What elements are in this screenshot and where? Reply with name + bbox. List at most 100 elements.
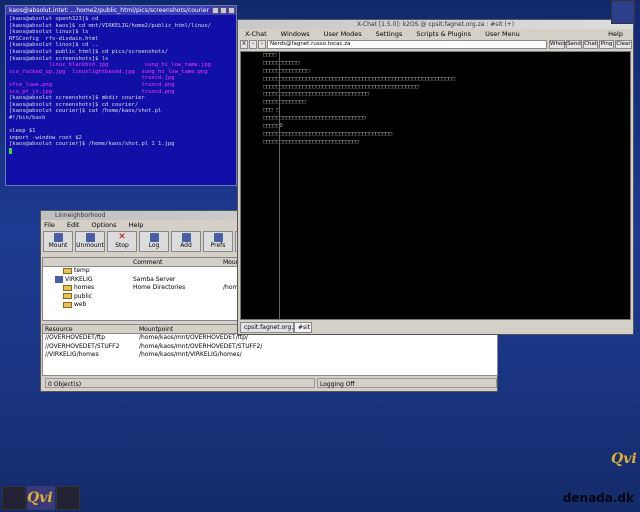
menu-options[interactable]: Options — [91, 220, 116, 230]
desktop-icon-top[interactable] — [611, 0, 635, 24]
mountpoint-column-header[interactable]: Mountpoint — [139, 325, 173, 334]
fm-statusbar: 0 Object(s) Logging Off — [42, 378, 498, 389]
xchat-titlebar[interactable]: X-Chat [1.5.0]: k2OS @ cpsit.fagnet.org.… — [238, 20, 633, 29]
resource-mountpoint: /home/kaos/mnt/VIRKELIG/homes/ — [139, 351, 242, 359]
log-button[interactable]: Log — [139, 231, 169, 252]
terminal-line: [kaos@absolut screenshots]$ mkdir courie… — [9, 95, 145, 102]
log-icon — [149, 233, 159, 242]
menu-user-menu[interactable]: User Menu — [478, 29, 527, 39]
tab-channel[interactable]: #sit — [294, 322, 312, 333]
terminal-line: sco_fucked_up.jpg linuxlightbased.jpg su… — [9, 68, 208, 75]
terminal-line: xfce_lowe.png truncd.png — [9, 81, 175, 88]
comment-column-header[interactable]: Comment — [133, 258, 162, 267]
whois-button[interactable]: Whois — [549, 40, 567, 49]
chat-line: □□□□□□□□□□□ — [263, 59, 300, 66]
terminal-line: [kaos@absolut linux]$ cd .. — [9, 42, 99, 49]
chat-line: □□□□ — [263, 52, 277, 58]
mount-icon — [53, 233, 63, 242]
add-icon — [181, 233, 191, 242]
chat-line: □□□□□□□□□□□□□□□□□□□□□□□□□□□□□□□□□□□□□□□□… — [263, 83, 419, 90]
add-button[interactable]: Add — [171, 231, 201, 252]
xchat-window[interactable]: X-Chat [1.5.0]: k2OS @ cpsit.fagnet.org.… — [237, 19, 634, 335]
terminal-line: [kaos@absolut screenshots]$ cd courier/ — [9, 101, 139, 108]
object-count: 0 Object(s) — [45, 378, 315, 388]
mount-button[interactable]: Mount — [43, 231, 73, 252]
maximize-icon[interactable] — [220, 7, 227, 14]
menu-file[interactable]: File — [44, 220, 55, 230]
chat-text-area[interactable]: □□□□ □□□□□□□□□□□ □□□□□□□□□□□□□□ □□□□□□□□□□□… — [240, 51, 631, 320]
clear-button[interactable]: Clear — [615, 40, 632, 49]
menu-settings[interactable]: Settings — [369, 29, 410, 39]
terminal-line: [kaos@absolut linux]$ ls — [9, 29, 89, 36]
chat-line: □□□□□D — [263, 123, 283, 130]
terminal-output[interactable]: [kaos@absolut openh323]$ cd [kaos@absolut… — [6, 15, 236, 185]
tree-row[interactable]: public — [43, 293, 237, 302]
chat-line: □□□□□□□□□□□□□ — [263, 99, 307, 106]
menu-scripts-plugins[interactable]: Scripts & Plugins — [409, 29, 478, 39]
tree-item-name: VIRKELIG — [65, 275, 93, 283]
prev-arrow-icon[interactable]: ‹ — [249, 40, 257, 49]
tree-item-name: web — [74, 301, 87, 309]
tab-server[interactable]: cpsit.fagnet.org.za — [240, 322, 300, 333]
menu-xchat[interactable]: X-Chat — [238, 29, 274, 39]
penguin-icon[interactable] — [56, 486, 80, 510]
resource-mountpoint: /home/kaos/mnt/OVERHOVEDET/ftp/ — [139, 334, 248, 341]
tree-item-name: homes — [74, 284, 95, 292]
stop-button[interactable]: ✕ Stop — [107, 231, 137, 252]
chat-line: □□□□□□□□□□□□□□□□□□□□□□□□□□□□□□□□ — [263, 91, 369, 98]
terminal-titlebar[interactable]: kaos@absolut.intet: ...home2/public_html… — [6, 6, 236, 15]
computer-icon — [55, 275, 63, 283]
menu-edit[interactable]: Edit — [67, 220, 80, 230]
ping-button[interactable]: Ping — [599, 40, 614, 49]
terminal-cursor — [9, 147, 12, 154]
tree-item-name: public — [74, 292, 93, 300]
resource-name: //VIRKELIG/homes — [45, 351, 99, 359]
send-button[interactable]: Send — [566, 40, 582, 49]
minimize-icon[interactable] — [212, 7, 219, 14]
tree-row[interactable]: homes Home Directories/home — [43, 284, 242, 293]
menu-help[interactable]: Help — [601, 29, 630, 39]
menu-user-modes[interactable]: User Modes — [317, 29, 369, 39]
chat-line: □□□□□□□□□□□□□□□□□□□□□□□□□□□□□□□□□□□□□□□□… — [263, 75, 456, 82]
next-arrow-icon[interactable]: › — [258, 40, 266, 49]
chat-button[interactable]: Chat — [583, 40, 598, 49]
terminal-line: [kaos@absolut courier]$ cat /home/kaos/s… — [9, 108, 162, 115]
fm-title: Linneighborhood — [55, 212, 106, 219]
tree-row[interactable]: temp — [43, 267, 237, 276]
unmount-button[interactable]: Unmount — [75, 231, 105, 252]
terminal-line: [kaos@absolut kaos]$ cd mnt/VIRKELIG/hom… — [9, 22, 211, 29]
unmount-icon — [85, 233, 95, 242]
resource-row[interactable]: //OVERHOVEDET/ftp/home/kaos/mnt/OVERHOVE… — [43, 334, 497, 343]
terminal-title: kaos@absolut.intet: ...home2/public_html… — [9, 7, 209, 14]
terminal-window[interactable]: kaos@absolut.intet: ...home2/public_html… — [5, 5, 237, 186]
tree-item-comment: Home Directories — [133, 284, 186, 292]
nick-separator — [279, 52, 280, 319]
prefs-button[interactable]: Prefs — [203, 231, 233, 252]
menu-windows[interactable]: Windows — [274, 29, 317, 39]
close-icon[interactable] — [228, 7, 235, 14]
penguin-icon[interactable] — [2, 486, 26, 510]
terminal-line: RFSConfig rfs-disdain.html — [9, 35, 99, 42]
topic-input[interactable]: Nerds@fagnet.russo.tocac.za — [267, 40, 547, 49]
network-tree[interactable]: Comment Mount temp VIRKELIG Samba Server ho… — [42, 257, 242, 321]
terminal-line: [kaos@absolut screenshots]$ ls — [9, 55, 109, 62]
resource-name: //OVERHOVEDET/ftp — [45, 334, 106, 341]
qvwm-dock-icon[interactable]: Qvi — [27, 486, 55, 510]
terminal-line: linux_blackbsd.jpg sung_hi_low_tame.jpg — [9, 62, 211, 69]
xchat-topicbar: X ‹ › Nerds@fagnet.russo.tocac.za Whois … — [238, 39, 633, 50]
resource-mountpoint: /home/kaos/mnt/OVERHOVEDET/STUFF2/ — [139, 342, 263, 350]
folder-icon — [63, 293, 72, 300]
tree-header: Comment Mount — [43, 258, 242, 267]
terminal-line: import -window root $2 — [9, 134, 82, 141]
qvwm-icon[interactable]: Qvi — [611, 451, 639, 475]
tree-row[interactable]: VIRKELIG Samba Server — [43, 275, 237, 285]
resource-row[interactable]: //OVERHOVEDET/STUFF2/home/kaos/mnt/OVERH… — [43, 343, 497, 352]
terminal-line: sco_pt_js.jpg truncd.png — [9, 88, 175, 95]
resource-row[interactable]: //VIRKELIG/homes/home/kaos/mnt/VIRKELIG/… — [43, 351, 497, 360]
tree-row[interactable]: web — [43, 301, 237, 310]
prefs-icon — [213, 233, 223, 242]
chat-line: □□□□□□□□□□□□□□ — [263, 67, 310, 74]
close-tab-icon[interactable]: X — [240, 40, 248, 49]
menu-help[interactable]: Help — [129, 220, 144, 230]
resource-column-header[interactable]: Resource — [45, 325, 73, 334]
